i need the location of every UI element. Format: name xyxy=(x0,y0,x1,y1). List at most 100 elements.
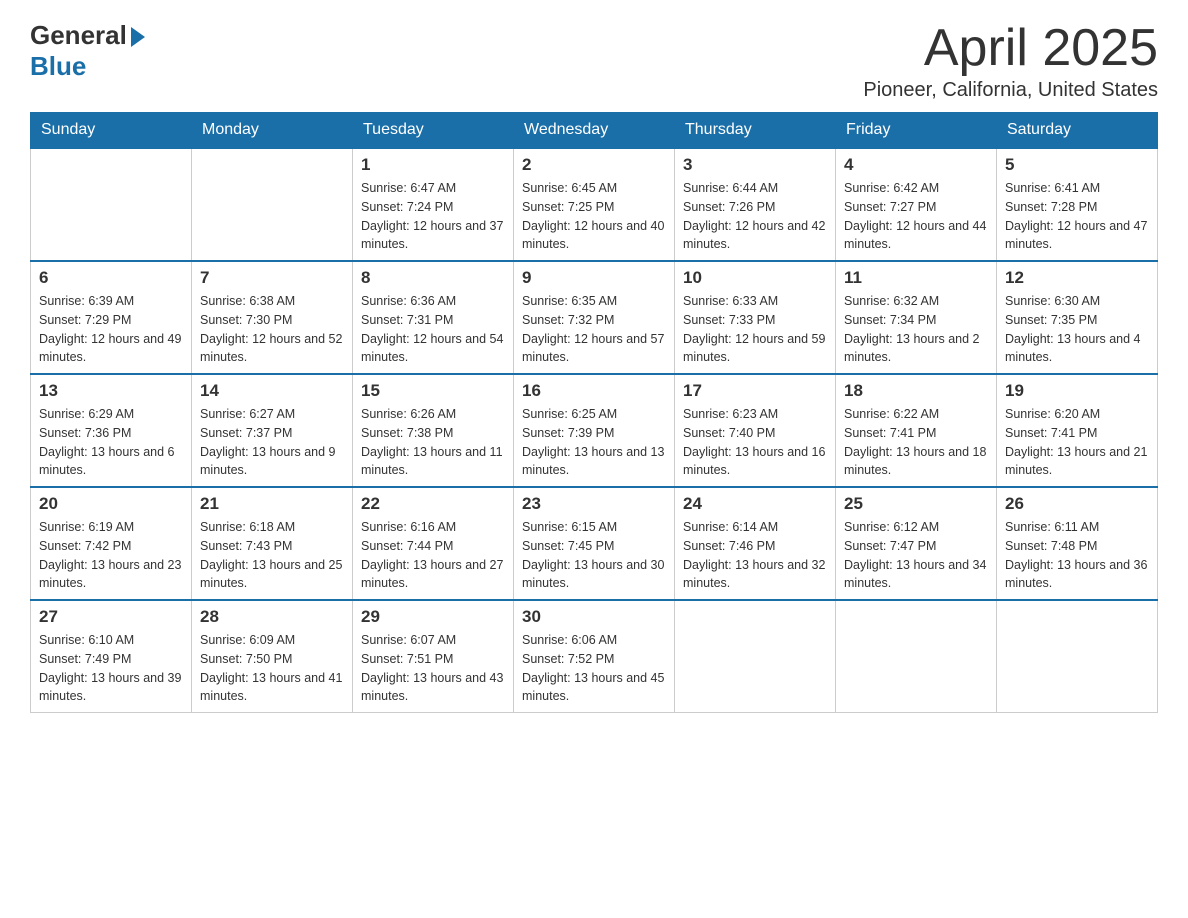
day-info: Sunrise: 6:32 AMSunset: 7:34 PMDaylight:… xyxy=(844,292,988,367)
day-info: Sunrise: 6:29 AMSunset: 7:36 PMDaylight:… xyxy=(39,405,183,480)
day-info: Sunrise: 6:10 AMSunset: 7:49 PMDaylight:… xyxy=(39,631,183,706)
calendar-cell xyxy=(997,600,1158,713)
logo-blue: Blue xyxy=(30,51,86,82)
day-number: 19 xyxy=(1005,381,1149,401)
day-number: 8 xyxy=(361,268,505,288)
day-number: 5 xyxy=(1005,155,1149,175)
day-number: 9 xyxy=(522,268,666,288)
logo-general: General xyxy=(30,20,127,51)
day-number: 6 xyxy=(39,268,183,288)
day-number: 17 xyxy=(683,381,827,401)
calendar-cell: 3 Sunrise: 6:44 AMSunset: 7:26 PMDaylight… xyxy=(675,148,836,261)
day-number: 29 xyxy=(361,607,505,627)
day-number: 27 xyxy=(39,607,183,627)
calendar-cell: 12Sunrise: 6:30 AMSunset: 7:35 PMDayligh… xyxy=(997,261,1158,374)
day-info: Sunrise: 6:18 AMSunset: 7:43 PMDaylight:… xyxy=(200,518,344,593)
calendar-week-4: 20 Sunrise: 6:19 AMSunset: 7:42 PMDayligh… xyxy=(31,487,1158,600)
day-info: Sunrise: 6:07 AMSunset: 7:51 PMDaylight:… xyxy=(361,631,505,706)
day-info: Sunrise: 6:42 AMSunset: 7:27 PMDaylight:… xyxy=(844,179,988,254)
day-number: 28 xyxy=(200,607,344,627)
day-info: Sunrise: 6:44 AMSunset: 7:26 PMDaylight:… xyxy=(683,179,827,254)
day-info: Sunrise: 6:36 AMSunset: 7:31 PMDaylight:… xyxy=(361,292,505,367)
title-block: April 2025 Pioneer, California, United S… xyxy=(863,20,1158,102)
day-info: Sunrise: 6:25 AMSunset: 7:39 PMDaylight:… xyxy=(522,405,666,480)
calendar-week-1: 1Sunrise: 6:47 AMSunset: 7:24 PMDaylight… xyxy=(31,148,1158,261)
calendar-cell: 7 Sunrise: 6:38 AMSunset: 7:30 PMDaylight… xyxy=(192,261,353,374)
calendar-cell xyxy=(192,148,353,261)
calendar-cell xyxy=(675,600,836,713)
calendar-cell: 14Sunrise: 6:27 AMSunset: 7:37 PMDayligh… xyxy=(192,374,353,487)
day-info: Sunrise: 6:11 AMSunset: 7:48 PMDaylight:… xyxy=(1005,518,1149,593)
day-info: Sunrise: 6:15 AMSunset: 7:45 PMDaylight:… xyxy=(522,518,666,593)
calendar-cell: 21 Sunrise: 6:18 AMSunset: 7:43 PMDayligh… xyxy=(192,487,353,600)
day-number: 26 xyxy=(1005,494,1149,514)
calendar-cell: 2 Sunrise: 6:45 AMSunset: 7:25 PMDaylight… xyxy=(514,148,675,261)
day-number: 21 xyxy=(200,494,344,514)
day-number: 20 xyxy=(39,494,183,514)
page-title: April 2025 xyxy=(863,20,1158,77)
calendar-cell: 24 Sunrise: 6:14 AMSunset: 7:46 PMDayligh… xyxy=(675,487,836,600)
calendar-cell: 29 Sunrise: 6:07 AMSunset: 7:51 PMDayligh… xyxy=(353,600,514,713)
calendar-cell: 6 Sunrise: 6:39 AMSunset: 7:29 PMDaylight… xyxy=(31,261,192,374)
day-info: Sunrise: 6:14 AMSunset: 7:46 PMDaylight:… xyxy=(683,518,827,593)
day-info: Sunrise: 6:20 AMSunset: 7:41 PMDaylight:… xyxy=(1005,405,1149,480)
day-info: Sunrise: 6:33 AMSunset: 7:33 PMDaylight:… xyxy=(683,292,827,367)
day-number: 18 xyxy=(844,381,988,401)
calendar-cell: 18 Sunrise: 6:22 AMSunset: 7:41 PMDayligh… xyxy=(836,374,997,487)
weekday-header-saturday: Saturday xyxy=(997,113,1158,149)
calendar-cell: 16 Sunrise: 6:25 AMSunset: 7:39 PMDayligh… xyxy=(514,374,675,487)
calendar-week-5: 27 Sunrise: 6:10 AMSunset: 7:49 PMDayligh… xyxy=(31,600,1158,713)
weekday-header-wednesday: Wednesday xyxy=(514,113,675,149)
day-number: 2 xyxy=(522,155,666,175)
day-info: Sunrise: 6:39 AMSunset: 7:29 PMDaylight:… xyxy=(39,292,183,367)
page-header: General Blue April 2025 Pioneer, Califor… xyxy=(30,20,1158,102)
day-info: Sunrise: 6:06 AMSunset: 7:52 PMDaylight:… xyxy=(522,631,666,706)
day-number: 13 xyxy=(39,381,183,401)
calendar-header-row: SundayMondayTuesdayWednesdayThursdayFrid… xyxy=(31,113,1158,149)
calendar-cell: 20 Sunrise: 6:19 AMSunset: 7:42 PMDayligh… xyxy=(31,487,192,600)
day-number: 14 xyxy=(200,381,344,401)
day-number: 30 xyxy=(522,607,666,627)
day-number: 15 xyxy=(361,381,505,401)
weekday-header-sunday: Sunday xyxy=(31,113,192,149)
day-info: Sunrise: 6:19 AMSunset: 7:42 PMDaylight:… xyxy=(39,518,183,593)
calendar-cell: 17 Sunrise: 6:23 AMSunset: 7:40 PMDayligh… xyxy=(675,374,836,487)
day-info: Sunrise: 6:41 AMSunset: 7:28 PMDaylight:… xyxy=(1005,179,1149,254)
calendar-cell: 28 Sunrise: 6:09 AMSunset: 7:50 PMDayligh… xyxy=(192,600,353,713)
calendar-cell xyxy=(31,148,192,261)
calendar-cell: 27 Sunrise: 6:10 AMSunset: 7:49 PMDayligh… xyxy=(31,600,192,713)
day-info: Sunrise: 6:16 AMSunset: 7:44 PMDaylight:… xyxy=(361,518,505,593)
day-info: Sunrise: 6:23 AMSunset: 7:40 PMDaylight:… xyxy=(683,405,827,480)
day-number: 10 xyxy=(683,268,827,288)
day-info: Sunrise: 6:26 AMSunset: 7:38 PMDaylight:… xyxy=(361,405,505,480)
calendar-cell: 11Sunrise: 6:32 AMSunset: 7:34 PMDayligh… xyxy=(836,261,997,374)
day-number: 25 xyxy=(844,494,988,514)
calendar-cell: 22Sunrise: 6:16 AMSunset: 7:44 PMDayligh… xyxy=(353,487,514,600)
calendar-cell: 15 Sunrise: 6:26 AMSunset: 7:38 PMDayligh… xyxy=(353,374,514,487)
weekday-header-tuesday: Tuesday xyxy=(353,113,514,149)
day-info: Sunrise: 6:47 AMSunset: 7:24 PMDaylight:… xyxy=(361,179,505,254)
day-number: 7 xyxy=(200,268,344,288)
day-number: 24 xyxy=(683,494,827,514)
calendar-cell: 19 Sunrise: 6:20 AMSunset: 7:41 PMDayligh… xyxy=(997,374,1158,487)
logo: General Blue xyxy=(30,20,145,82)
day-info: Sunrise: 6:09 AMSunset: 7:50 PMDaylight:… xyxy=(200,631,344,706)
calendar-cell: 1Sunrise: 6:47 AMSunset: 7:24 PMDaylight… xyxy=(353,148,514,261)
weekday-header-friday: Friday xyxy=(836,113,997,149)
weekday-header-thursday: Thursday xyxy=(675,113,836,149)
calendar-cell: 26 Sunrise: 6:11 AMSunset: 7:48 PMDayligh… xyxy=(997,487,1158,600)
calendar-cell: 5 Sunrise: 6:41 AMSunset: 7:28 PMDaylight… xyxy=(997,148,1158,261)
day-number: 3 xyxy=(683,155,827,175)
calendar-cell xyxy=(836,600,997,713)
day-info: Sunrise: 6:12 AMSunset: 7:47 PMDaylight:… xyxy=(844,518,988,593)
day-number: 4 xyxy=(844,155,988,175)
calendar-cell: 25 Sunrise: 6:12 AMSunset: 7:47 PMDayligh… xyxy=(836,487,997,600)
day-info: Sunrise: 6:22 AMSunset: 7:41 PMDaylight:… xyxy=(844,405,988,480)
day-number: 12 xyxy=(1005,268,1149,288)
day-info: Sunrise: 6:38 AMSunset: 7:30 PMDaylight:… xyxy=(200,292,344,367)
day-number: 16 xyxy=(522,381,666,401)
calendar-week-3: 13 Sunrise: 6:29 AMSunset: 7:36 PMDayligh… xyxy=(31,374,1158,487)
calendar-cell: 30 Sunrise: 6:06 AMSunset: 7:52 PMDayligh… xyxy=(514,600,675,713)
weekday-header-monday: Monday xyxy=(192,113,353,149)
day-info: Sunrise: 6:45 AMSunset: 7:25 PMDaylight:… xyxy=(522,179,666,254)
